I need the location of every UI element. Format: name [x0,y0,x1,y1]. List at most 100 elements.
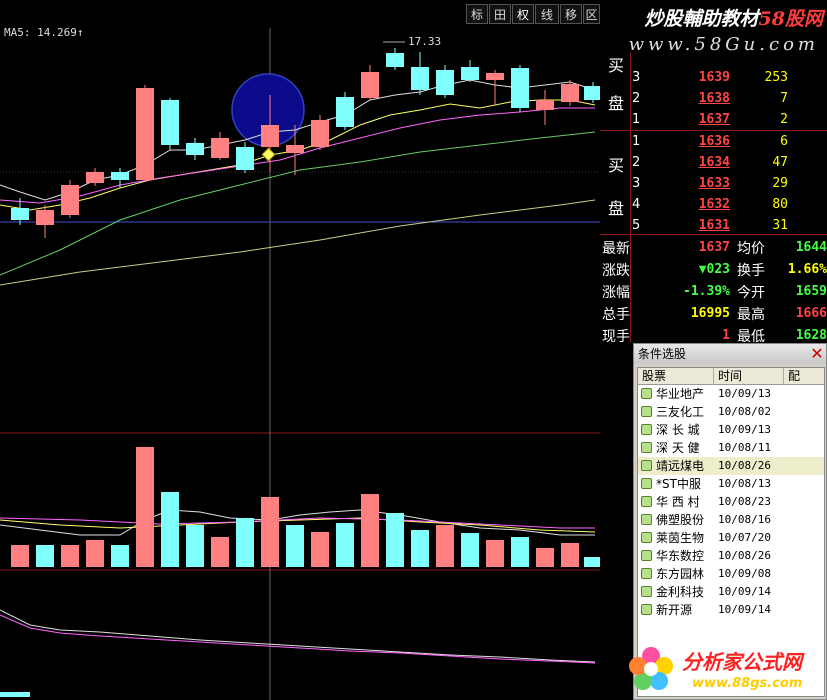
candle-body [461,67,479,80]
volume-bar [11,545,29,567]
stock-list-item[interactable]: *ST中服 10/08/13 [638,475,824,493]
stock-icon [641,406,652,417]
candle-body [211,138,229,158]
volume-bar [511,537,529,567]
volume-bar [386,513,404,567]
column-header-match[interactable]: 配 [784,368,824,384]
candle-body [286,145,304,153]
stock-date: 10/09/13 [718,387,771,400]
stock-list-item[interactable]: 金利科技 10/09/14 [638,583,824,601]
stock-date: 10/08/16 [718,513,771,526]
candle-body [584,86,600,100]
stock-name: 金利科技 [656,585,705,599]
column-header-stock[interactable]: 股票 [638,368,714,384]
volume-bar [111,545,129,567]
candle-body [561,84,579,102]
toolbar-button-rights[interactable]: 权 [512,4,534,24]
stock-list-item[interactable]: 深 长 城 10/09/13 [638,421,824,439]
stock-date: 10/08/02 [718,405,771,418]
stock-name: 佛塑股份 [656,513,705,527]
volume-bar [236,518,254,567]
stock-date: 10/08/26 [718,459,771,472]
toolbar-button-line[interactable]: 线 [535,4,559,24]
candle-body [261,125,279,147]
candle-body [536,100,554,110]
stock-name: 新开源 [656,603,693,617]
volume-bar [36,545,54,567]
watermark-88gs: 分析家公式网 www.88gs.com [622,640,827,700]
stock-selector-header: 股票 时间 配 [638,368,824,385]
volume-bar [86,540,104,567]
ma-value-label: MA5: 14.269↑ [4,26,84,39]
toolbar-button-move[interactable]: 移 [560,4,582,24]
stock-selector-title: 条件选股 [634,344,826,364]
ma30-line [0,131,596,276]
signal-marker [261,147,276,162]
flower-logo-icon [629,647,673,690]
stock-list-item[interactable]: 深 天 健 10/08/11 [638,439,824,457]
stock-name: 华东数控 [656,549,705,563]
kline-chart[interactable] [0,0,600,700]
stock-name: 华 西 村 [656,495,700,509]
buy-order-row: 4 1632 80 [632,197,788,212]
stock-icon [641,496,652,507]
volume-bars [11,447,600,567]
candlesticks [11,48,600,238]
stock-icon [641,478,652,489]
indicator-line-2 [0,614,596,664]
indicator-bar [0,692,30,697]
candle-body [111,172,129,180]
stock-date: 10/09/14 [718,603,771,616]
candle-body [36,210,54,225]
candle-body [361,72,379,98]
candle-body [236,147,254,170]
stock-icon [641,460,652,471]
stock-list-item[interactable]: 佛塑股份 10/08/16 [638,511,824,529]
stock-list-item[interactable]: 华业地产 10/09/13 [638,385,824,403]
volume-bar [584,557,600,567]
stock-list-item[interactable]: 华东数控 10/08/26 [638,547,824,565]
candle-body [186,143,204,155]
stock-icon [641,532,652,543]
column-header-time[interactable]: 时间 [714,368,784,384]
stock-list-item[interactable]: 新开源 10/09/14 [638,601,824,619]
stock-date: 10/08/23 [718,495,771,508]
toolbar-button-grid[interactable]: 田 [489,4,511,24]
candle-body [311,120,329,147]
stock-icon [641,424,652,435]
indicator-line-1 [0,609,596,663]
volume-bar [61,545,79,567]
indicator-panel [0,609,596,697]
stock-list-item[interactable]: 靖远煤电 10/08/26 [638,457,824,475]
stock-icon [641,514,652,525]
watermark-url: www.88gs.com [692,676,803,691]
stock-name: *ST中服 [656,477,701,491]
toolbar-button-range[interactable]: 区 [583,4,600,24]
volume-bar [436,525,454,567]
watermark-brand: 分析家公式网 [682,650,802,674]
candle-body [136,88,154,180]
stock-date: 10/07/20 [718,531,771,544]
volume-bar [411,530,429,567]
stock-icon [641,604,652,615]
candle-body [86,172,104,183]
volume-bar [461,533,479,567]
stock-icon [641,586,652,597]
stock-list-item[interactable]: 莱茵生物 10/07/20 [638,529,824,547]
volume-bar [161,492,179,567]
close-icon[interactable]: ✕ [808,345,826,363]
candle-body [61,185,79,215]
stock-date: 10/08/13 [718,477,771,490]
volume-bar [211,537,229,567]
volume-bar [361,494,379,567]
stock-date: 10/09/14 [718,585,771,598]
toolbar-button-mark[interactable]: 标 [466,4,488,24]
peak-price-label: 17.33 [408,35,442,48]
stock-icon [641,388,652,399]
stock-list-item[interactable]: 三友化工 10/08/02 [638,403,824,421]
stock-list-item[interactable]: 东方园林 10/09/08 [638,565,824,583]
stock-list-item[interactable]: 华 西 村 10/08/23 [638,493,824,511]
stock-name: 华业地产 [656,387,705,401]
volume-bar [336,523,354,567]
watermark-title: 炒股輔助教材58股网 [644,8,823,30]
